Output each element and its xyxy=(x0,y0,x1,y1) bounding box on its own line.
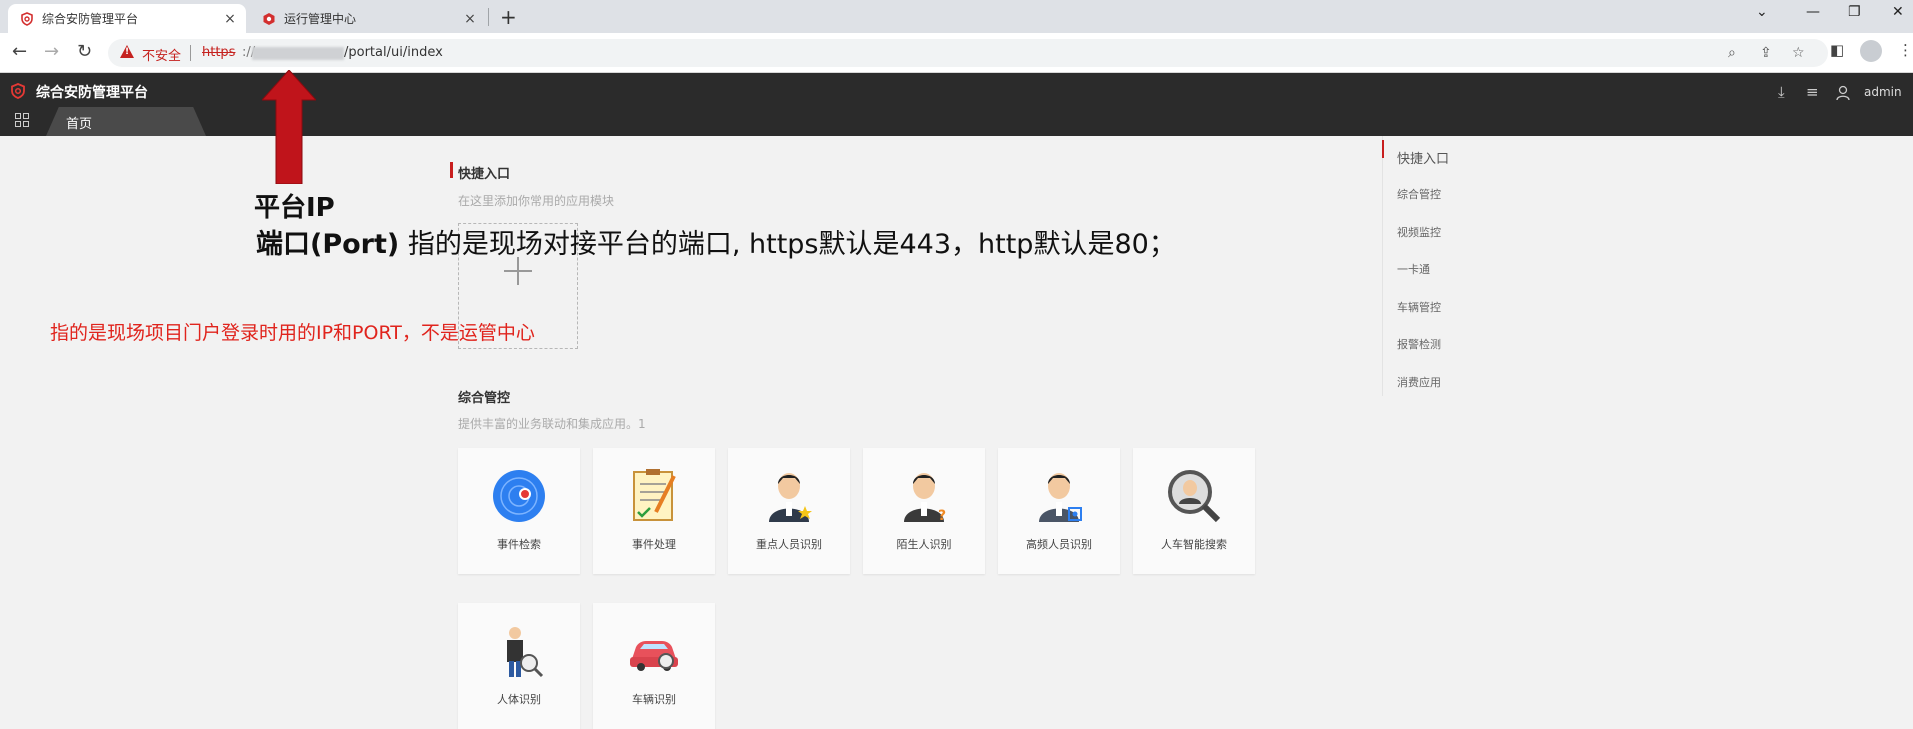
app-card-label: 人体识别 xyxy=(497,693,541,706)
star-icon[interactable]: ☆ xyxy=(1792,45,1805,61)
forward-button[interactable]: → xyxy=(44,41,59,62)
person-body-icon xyxy=(507,627,544,678)
new-tab-button[interactable]: + xyxy=(500,5,517,29)
anchor-item-video[interactable]: 视频监控 xyxy=(1397,224,1441,240)
zoom-icon[interactable]: ⌕ xyxy=(1728,45,1736,61)
annotation-port-bold: 端口(Port) xyxy=(256,229,400,260)
list-icon[interactable]: ≡ xyxy=(1806,83,1819,101)
car-icon xyxy=(630,641,678,671)
integrated-title: 综合管控 xyxy=(458,391,511,406)
section-accent-bar xyxy=(450,162,453,178)
app-card-label: 重点人员识别 xyxy=(756,538,822,551)
person-scan-icon xyxy=(1039,473,1082,522)
anchor-item-vehicle[interactable]: 车辆管控 xyxy=(1397,299,1441,315)
anchor-item-consumption[interactable]: 消费应用 xyxy=(1397,374,1441,390)
tab-home[interactable]: 首页 xyxy=(46,107,206,136)
minimize-button[interactable]: — xyxy=(1806,4,1820,20)
app-card-label: 陌生人识别 xyxy=(896,538,952,551)
right-anchor-nav: 快捷入口 综合管控 视频监控 一卡通 车辆管控 报警检测 消费应用 xyxy=(1382,136,1913,396)
app-card-vehicle-recognition[interactable]: 车辆识别 xyxy=(593,603,715,729)
app-card-smart-search[interactable]: 人车智能搜索 xyxy=(1133,448,1255,574)
url-host-redacted xyxy=(252,47,344,60)
not-secure-label[interactable]: 不安全 xyxy=(142,45,181,64)
annotation-port: 端口(Port) 指的是现场对接平台的端口, https默认是443，http默… xyxy=(256,222,1176,261)
tab-label: 综合安防管理平台 xyxy=(42,12,139,26)
tab-close-icon[interactable]: × xyxy=(460,11,480,27)
close-window-button[interactable]: ✕ xyxy=(1892,4,1904,20)
anchor-item-card[interactable]: 一卡通 xyxy=(1397,261,1430,277)
tab-label: 运行管理中心 xyxy=(284,12,357,26)
annotation-arrow-icon xyxy=(262,70,316,184)
annotation-port-text: 指的是现场对接平台的端口, https默认是443，http默认是80； xyxy=(399,229,1176,260)
svg-text:?: ? xyxy=(938,508,946,524)
user-icon[interactable] xyxy=(1836,85,1850,101)
anchor-item-integrated[interactable]: 综合管控 xyxy=(1397,186,1441,202)
app-card-event-handling[interactable]: 事件处理 xyxy=(593,448,715,574)
anchor-item-alarm[interactable]: 报警检测 xyxy=(1397,336,1441,352)
sidepanel-icon[interactable]: ◧ xyxy=(1830,41,1844,59)
url-divider xyxy=(190,45,191,61)
checklist-icon xyxy=(633,469,676,521)
app-grid-icon[interactable] xyxy=(15,113,29,127)
browser-tab-inactive[interactable]: 运行管理中心 × xyxy=(250,4,486,33)
app-card-label: 车辆识别 xyxy=(632,693,676,706)
browser-tab-active[interactable]: 综合安防管理平台 × xyxy=(8,4,246,33)
app-card-body-recognition[interactable]: 人体识别 xyxy=(458,603,580,729)
user-name[interactable]: admin xyxy=(1864,85,1902,99)
quick-entry-title: 快捷入口 xyxy=(458,167,511,182)
profile-icon[interactable] xyxy=(1860,40,1882,62)
app-card-frequent[interactable]: 高频人员识别 xyxy=(998,448,1120,574)
app-card-stranger[interactable]: ? 陌生人识别 xyxy=(863,448,985,574)
app-card-event-search[interactable]: 事件检索 xyxy=(458,448,580,574)
anchor-active-marker xyxy=(1382,140,1384,158)
quick-entry-desc: 在这里添加你常用的应用模块 xyxy=(458,194,615,208)
browser-tab-bar: 综合安防管理平台 × 运行管理中心 × + ⌄ — ❐ ✕ xyxy=(0,0,1913,33)
back-button[interactable]: ← xyxy=(12,41,27,62)
anchor-item-quick-entry[interactable]: 快捷入口 xyxy=(1397,148,1449,167)
browser-toolbar: ← → ↻ 不安全 https :// /portal/ui/index ⌕ ⇪… xyxy=(0,33,1913,73)
app-title: 综合安防管理平台 xyxy=(36,85,148,101)
download-icon[interactable]: ⤓ xyxy=(1778,83,1785,101)
warning-icon xyxy=(120,45,134,58)
tab-separator xyxy=(488,8,489,26)
shield-logo-icon xyxy=(21,11,33,26)
address-bar[interactable]: 不安全 https :// /portal/ui/index ⌕ ⇪ ☆ xyxy=(108,39,1828,67)
app-card-label: 人车智能搜索 xyxy=(1161,538,1227,551)
url-path: /portal/ui/index xyxy=(344,45,443,60)
app-card-label: 高频人员识别 xyxy=(1026,538,1092,551)
url-scheme: https xyxy=(202,45,236,60)
app-card-label: 事件检索 xyxy=(497,538,541,551)
tab-home-label: 首页 xyxy=(66,117,93,132)
annotation-platform-ip: 平台IP xyxy=(254,193,335,223)
restore-button[interactable]: ❐ xyxy=(1848,4,1861,20)
tab-search-icon[interactable]: ⌄ xyxy=(1756,4,1768,20)
app-card-label: 事件处理 xyxy=(632,538,676,551)
share-icon[interactable]: ⇪ xyxy=(1760,45,1772,61)
app-card-key-person[interactable]: 重点人员识别 xyxy=(728,448,850,574)
tab-close-icon[interactable]: × xyxy=(220,11,240,27)
app-logo-icon xyxy=(11,83,25,99)
plus-icon xyxy=(504,257,532,285)
person-star-icon xyxy=(769,473,812,522)
annotation-red-note: 指的是现场项目门户登录时用的IP和PORT，不是运管中心 xyxy=(50,322,535,344)
integrated-desc: 提供丰富的业务联动和集成应用。1 xyxy=(458,417,646,431)
radar-icon xyxy=(493,470,545,522)
reload-button[interactable]: ↻ xyxy=(77,41,92,62)
magnifier-person-icon xyxy=(1168,470,1221,523)
hexagon-logo-icon xyxy=(263,12,275,25)
person-question-icon: ? xyxy=(904,473,946,524)
kebab-menu-icon[interactable]: ⋮ xyxy=(1898,41,1913,59)
